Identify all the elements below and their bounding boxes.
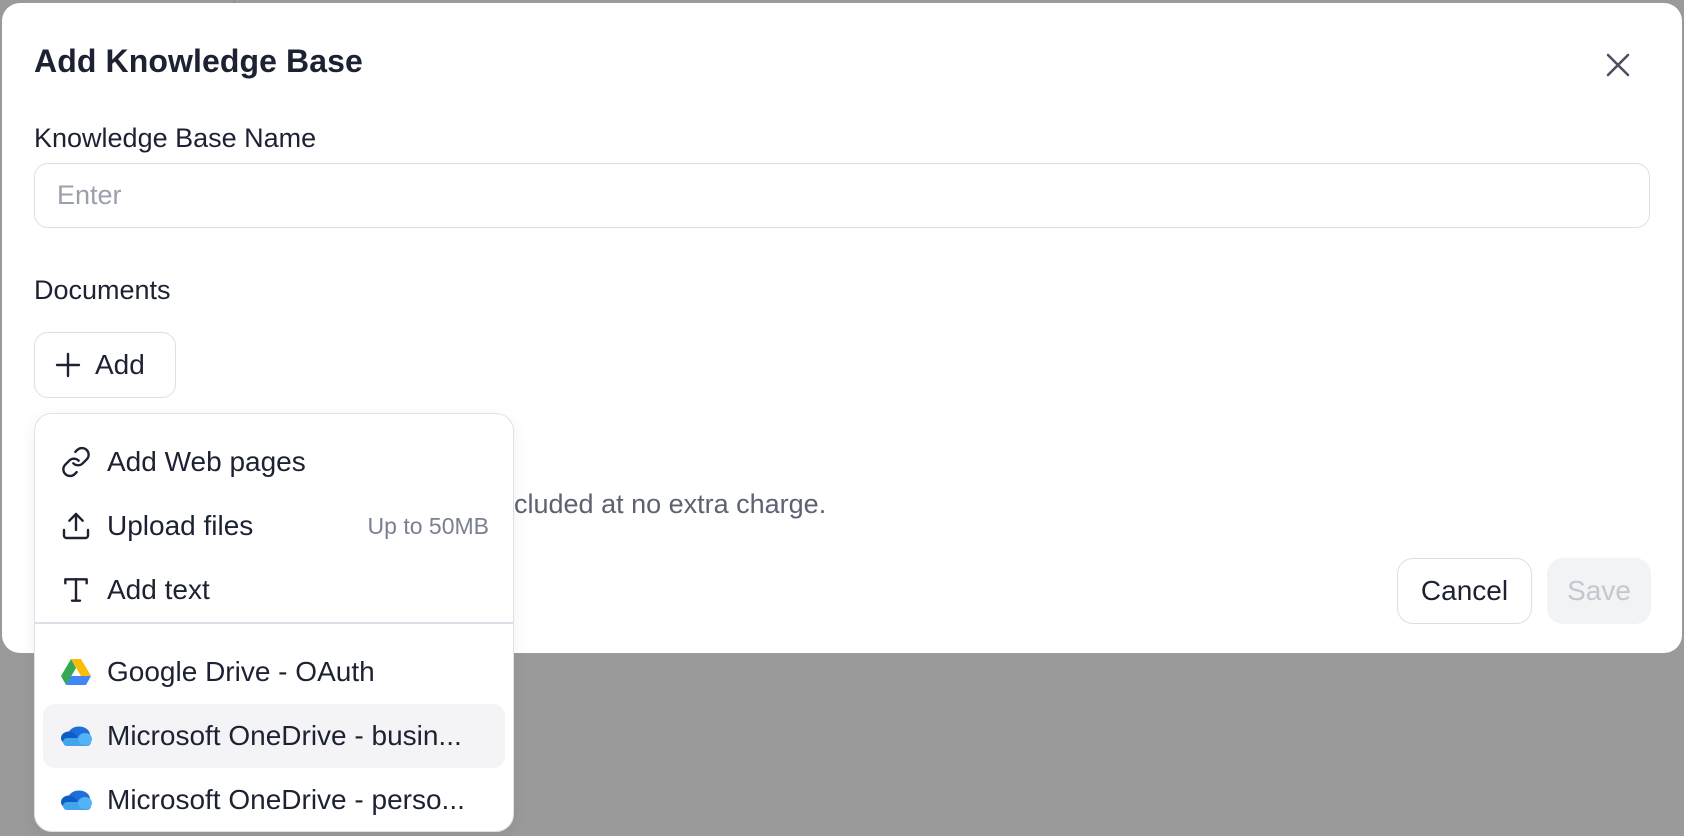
- menu-item-label: Microsoft OneDrive - perso...: [107, 784, 465, 815]
- modal-title: Add Knowledge Base: [34, 43, 363, 79]
- menu-item-google-drive[interactable]: Google Drive - OAuth: [43, 640, 505, 704]
- menu-item-add-text[interactable]: Add text: [43, 558, 505, 622]
- cancel-button[interactable]: Cancel: [1397, 558, 1532, 624]
- onedrive-icon: [59, 783, 93, 817]
- menu-item-add-web-pages[interactable]: Add Web pages: [43, 430, 505, 494]
- menu-item-upload-files[interactable]: Upload files Up to 50MB: [43, 494, 505, 558]
- plus-icon: [55, 352, 81, 378]
- link-icon: [59, 445, 93, 479]
- upload-size-hint: Up to 50MB: [367, 512, 489, 539]
- close-icon: [1606, 53, 1630, 77]
- menu-item-onedrive-business[interactable]: Microsoft OneDrive - busin...: [43, 704, 505, 768]
- save-button[interactable]: Save: [1547, 558, 1651, 624]
- name-field-label: Knowledge Base Name: [34, 123, 317, 153]
- menu-item-onedrive-personal[interactable]: Microsoft OneDrive - perso...: [43, 768, 505, 831]
- add-document-dropdown-menu: Add Web pages Upload files Up to 50MB Ad…: [34, 413, 514, 832]
- onedrive-icon: [59, 719, 93, 753]
- knowledge-base-name-input[interactable]: [34, 163, 1650, 228]
- menu-item-label: Add text: [107, 574, 210, 605]
- upload-icon: [59, 509, 93, 543]
- text-icon: [59, 573, 93, 607]
- add-button-label: Add: [95, 349, 145, 380]
- menu-divider: [35, 622, 513, 624]
- menu-item-label: Microsoft OneDrive - busin...: [107, 720, 462, 751]
- menu-item-label: Google Drive - OAuth: [107, 656, 375, 687]
- menu-item-label: Add Web pages: [107, 446, 306, 477]
- add-document-button[interactable]: Add: [34, 332, 176, 398]
- documents-label: Documents: [34, 275, 171, 305]
- menu-item-label: Upload files: [107, 510, 254, 541]
- google-drive-icon: [59, 655, 93, 689]
- close-button[interactable]: [1599, 46, 1637, 84]
